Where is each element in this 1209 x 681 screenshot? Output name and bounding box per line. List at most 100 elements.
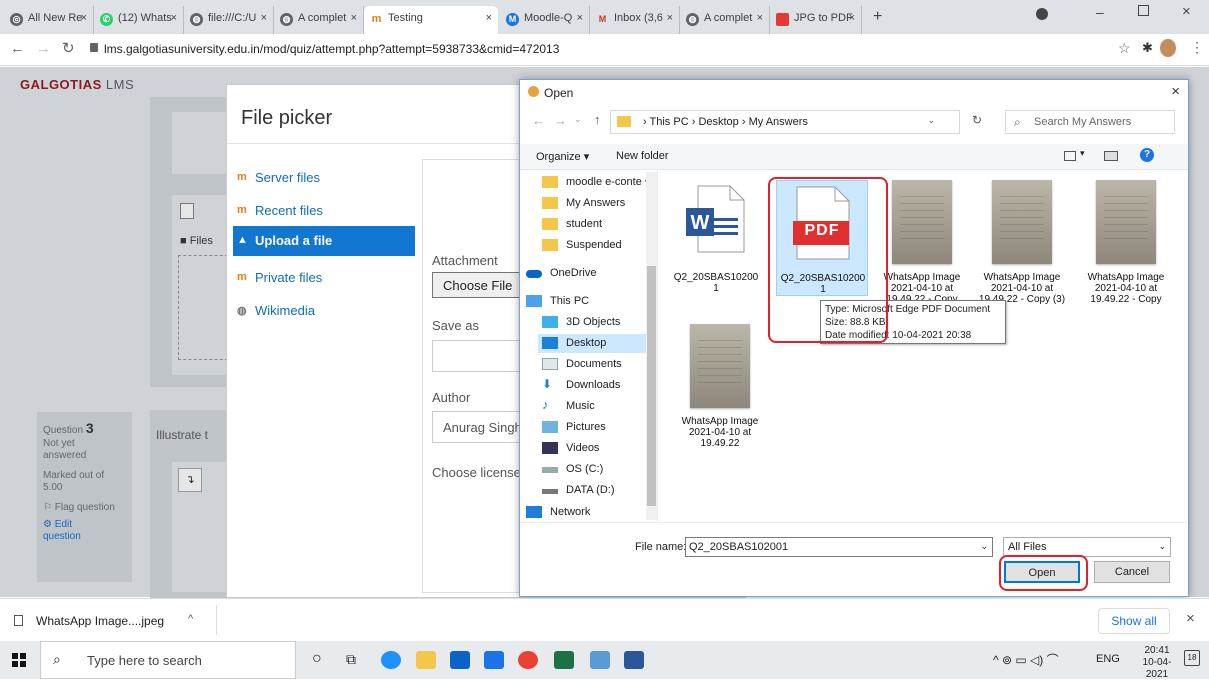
repo-wikimedia[interactable]: ◍ Wikimedia [233,296,415,326]
path-bar[interactable]: › This PC › Desktop › My Answers ⌄ [610,110,960,134]
browser-tab[interactable]: JPG to PDF × [770,6,862,34]
show-all-button[interactable]: Show all [1098,608,1170,634]
chevron-down-icon[interactable]: ▾ [1080,148,1085,159]
taskbar-search[interactable]: ⌕ Type here to search [40,641,296,679]
nav-item-onedrive[interactable]: OneDrive [522,264,596,283]
breadcrumb-this-pc[interactable]: This PC [650,116,689,128]
browser-tab-active[interactable]: m Testing × [364,6,498,34]
nav-item-moodle[interactable]: moodle e-conte ^ [538,173,650,192]
windows-start-icon[interactable] [12,653,26,667]
close-icon[interactable]: × [171,12,177,24]
close-icon[interactable]: × [577,12,583,24]
nav-item-os-c[interactable]: OS (C:) [538,460,603,479]
organize-button[interactable]: Organize ▾ [536,150,589,163]
nav-item-downloads[interactable]: ⬇ Downloads [538,376,620,395]
repo-recent-files[interactable]: m Recent files [233,196,415,226]
file-item-image[interactable]: WhatsApp Image 2021-04-10 at 19.49.22 - … [876,180,968,305]
browser-tab[interactable]: ✆ (12) Whats × [94,6,184,34]
author-input[interactable]: Anurag Singh [432,411,532,443]
repo-server-files[interactable]: m Server files [233,163,415,193]
file-item-image[interactable]: WhatsApp Image 2021-04-10 at 19.49.22 - … [1080,180,1172,305]
file-explorer-icon[interactable] [416,651,436,669]
tray-icons[interactable]: ^ ⊚ ▭ ◁) ⌒ [993,651,1059,668]
close-icon[interactable]: × [1171,83,1180,100]
edge-icon[interactable] [381,651,401,669]
browser-tab[interactable]: M Moodle-Q × [500,6,590,34]
preview-pane-icon[interactable] [1104,151,1118,161]
maximize-icon[interactable] [1138,5,1149,16]
cancel-button[interactable]: Cancel [1094,561,1170,583]
back-icon[interactable]: ← [10,40,25,57]
repo-private-files[interactable]: m Private files [233,263,415,293]
url-text[interactable]: lms.galgotiasuniversity.edu.in/mod/quiz/… [104,42,559,56]
avatar[interactable] [1160,39,1176,57]
back-icon[interactable]: ← [532,113,545,128]
nav-item-documents[interactable]: Documents [538,355,622,374]
chevron-up-icon[interactable]: ^ [188,613,193,625]
flag-question-link[interactable]: ⚐ Flag question [43,502,132,513]
nav-item-this-pc[interactable]: This PC [522,292,589,311]
browser-tab[interactable]: ◍ A complet × [274,6,364,34]
mail-icon[interactable] [450,651,470,669]
app-icon[interactable] [590,651,610,669]
choose-file-button[interactable]: Choose File [432,272,532,298]
dell-icon[interactable] [484,651,504,669]
nav-item-desktop[interactable]: Desktop [538,334,657,353]
close-icon[interactable]: × [667,12,673,24]
reload-icon[interactable]: ↻ [62,39,75,57]
editor-tool-icon[interactable]: ↴ [178,468,202,492]
file-item-word[interactable]: W Q2_20SBAS10200 1 [670,180,762,298]
nav-item-data-d[interactable]: DATA (D:) [538,481,614,500]
refresh-icon[interactable]: ↻ [972,113,982,127]
repo-upload-file[interactable]: ▲ Upload a file [233,226,415,256]
nav-item-student[interactable]: student [538,215,602,234]
save-as-input[interactable] [432,340,532,372]
close-icon[interactable]: × [486,12,492,24]
chevron-down-icon[interactable]: ⌄ [574,114,582,125]
forward-icon[interactable]: → [554,113,567,128]
clock[interactable]: 20:41 10-04-2021 [1136,645,1178,681]
nav-scrollbar-thumb[interactable] [647,266,656,506]
file-item-image[interactable]: WhatsApp Image 2021-04-10 at 19.49.22 - … [976,180,1068,305]
close-icon[interactable]: × [849,12,855,24]
chevron-down-icon[interactable]: ⌄ [980,541,988,552]
new-folder-button[interactable]: New folder [616,150,669,162]
close-icon[interactable]: × [81,12,87,24]
chevron-down-icon[interactable]: ⌄ [927,115,935,126]
word-taskbar-icon[interactable] [624,651,644,669]
browser-tab[interactable]: M Inbox (3,6 × [590,6,680,34]
search-input[interactable]: ⌕ Search My Answers [1005,110,1175,134]
file-type-select[interactable]: All Files ⌄ [1003,537,1171,557]
edit-question-link[interactable]: ⚙ Edit question [43,519,93,543]
cortana-icon[interactable]: ○ [312,650,322,668]
answer-editor[interactable]: ↴ [172,462,228,592]
nav-item-music[interactable]: ♪ Music [538,397,595,416]
up-icon[interactable]: ↑ [594,112,601,127]
chrome-taskbar-icon[interactable] [518,651,538,669]
close-icon[interactable]: × [261,12,267,24]
minimize-icon[interactable]: – [1096,4,1104,20]
nav-item-videos[interactable]: Videos [538,439,599,458]
help-icon[interactable]: ? [1140,148,1154,162]
browser-tab[interactable]: ◎ All New Re × [4,6,94,34]
breadcrumb-desktop[interactable]: Desktop [698,116,738,128]
nav-item-my-answers[interactable]: My Answers [538,194,625,213]
browser-tab[interactable]: ◍ file:///C:/U × [184,6,274,34]
breadcrumb-my-answers[interactable]: My Answers [749,116,808,128]
nav-item-network[interactable]: Network [522,503,590,522]
language-indicator[interactable]: ENG [1096,653,1120,665]
task-view-icon[interactable]: ⧉ [346,651,356,668]
forward-icon[interactable]: → [36,40,51,57]
close-icon[interactable]: × [351,12,357,24]
view-icon[interactable] [1064,151,1076,161]
file-item-image[interactable]: WhatsApp Image 2021-04-10 at 19.49.22 [674,324,766,449]
new-tab-icon[interactable]: + [873,8,882,26]
profile-icon[interactable] [1036,8,1048,20]
download-item[interactable]: WhatsApp Image....jpeg [36,614,164,628]
nav-item-3d-objects[interactable]: 3D Objects [538,313,620,332]
close-icon[interactable]: × [1186,610,1195,627]
star-icon[interactable]: ☆ [1118,40,1131,57]
drop-zone[interactable] [178,255,228,360]
file-icon[interactable] [180,203,194,219]
nav-item-pictures[interactable]: Pictures [538,418,606,437]
